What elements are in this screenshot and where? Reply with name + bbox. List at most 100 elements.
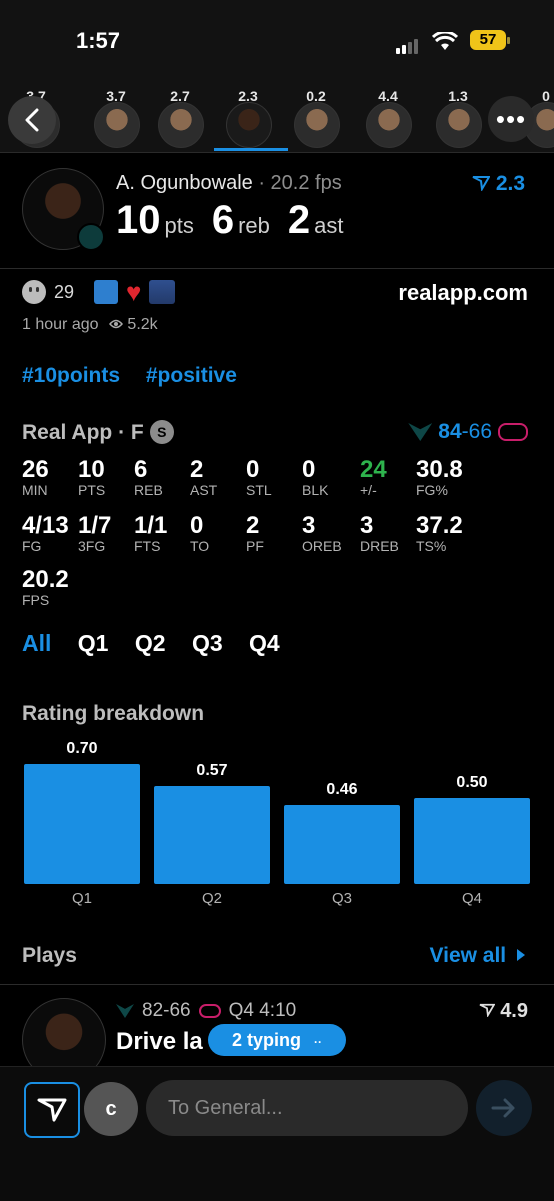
chart-bar[interactable] [24,764,140,884]
stat-label: FTS [134,538,161,554]
player-avatar[interactable] [22,168,105,251]
stat-label: OREB [302,538,342,554]
players-strip: 3.73.72.72.30.24.41.30 [0,80,554,153]
player-chip-avatar [294,102,340,148]
stat-label: STL [246,482,272,498]
stat-value: 3 [302,512,316,539]
tab-q3[interactable]: Q3 [192,630,223,656]
stat-cell: 2 PF [246,512,264,554]
stat-value: 0 [190,512,204,539]
chart-tick-label: Q3 [331,890,352,907]
player-chip-avatar [158,102,204,148]
typing-indicator[interactable]: 2 typing ·· [208,1024,346,1056]
message-input[interactable] [146,1080,468,1136]
player-name[interactable]: A. Ogunbowale [116,172,253,194]
hashtags: #10points #positive [22,364,257,388]
player-name-line: A. Ogunbowale · 20.2 fps [116,172,342,195]
stat-value: 6 [134,456,148,483]
hashtag[interactable]: #positive [146,364,237,387]
chart-data-label: 0.46 [326,781,358,798]
chart-bar[interactable] [414,798,530,884]
quarter-tabs: All Q1 Q2 Q3 Q4 [22,630,300,657]
trash-reaction-icon[interactable] [94,280,119,304]
chevron-right-icon [517,949,525,961]
s-badge: S [149,420,174,444]
home-score: 84 [438,420,462,443]
stat-label: AST [190,482,218,498]
player-chip[interactable]: 3.7 [90,88,142,148]
ast-value: 2 [287,198,311,242]
app-menu-button[interactable] [24,1082,80,1138]
stat-value: 20.2 [22,566,69,593]
divider [0,984,554,985]
chart-data-label: 0.57 [196,762,228,779]
player-rating: 2.3 [472,172,525,196]
wifi-icon [431,30,459,57]
stat-label: REB [134,482,163,498]
real-logo-icon [472,176,491,193]
tab-q2[interactable]: Q2 [135,630,166,656]
tab-q1[interactable]: Q1 [78,630,109,656]
rating-breakdown-title: Rating breakdown [22,702,205,725]
view-all-link[interactable]: View all [429,944,526,968]
score-separator: - [461,420,469,443]
reactions-row[interactable]: 29 ♥ [22,279,176,305]
stat-label: BLK [302,482,329,498]
stat-label: DREB [360,538,399,554]
stat-label: FG% [416,482,448,498]
site-link[interactable]: realapp.com [398,280,528,306]
battery-icon: 57 [470,30,506,50]
eye-icon [108,319,123,329]
hashtag[interactable]: #10points [22,364,120,387]
stat-cell: 37.2 TS% [416,512,463,554]
player-chip-avatar [366,102,412,148]
player-chip[interactable]: 4.4 [362,88,414,148]
player-chip[interactable]: 1.3 [432,88,484,148]
stat-cell: 1/7 3FG [78,512,111,554]
player-chip[interactable]: 2.7 [154,88,206,148]
more-icon: ••• [495,103,527,134]
real-logo-icon [479,1003,496,1018]
chart-bar[interactable] [154,786,270,884]
ast-label: ast [314,213,344,238]
player-chip[interactable]: 0.2 [290,88,342,148]
home-team-logo-icon [116,1004,134,1018]
stat-value: 1/1 [134,512,168,539]
more-options-button[interactable]: ••• [488,96,534,142]
stat-cell: 26 MIN [22,456,49,498]
game-score[interactable]: 84-66 [408,420,528,444]
player-fps: · 20.2 fps [258,172,342,194]
back-button[interactable] [8,96,56,144]
player-chip-avatar [94,102,140,148]
tab-all[interactable]: All [22,630,51,656]
play-rating-value: 4.9 [500,1000,528,1022]
stat-cell: 0 TO [190,512,209,554]
stat-cell: 3 DREB [360,512,399,554]
chart-tick-label: Q2 [201,890,222,907]
home-team-logo-icon [408,423,433,441]
channel-avatar-button[interactable]: c [84,1082,138,1136]
chart-tick-label: Q1 [71,890,92,907]
emoji-reaction-icon[interactable] [22,280,46,304]
battery-tip [507,37,510,44]
chart-bar[interactable] [284,805,400,884]
real-logo-icon [37,1098,67,1122]
chart-data-label: 0.50 [456,774,488,791]
heart-reaction-icon[interactable]: ♥ [126,279,141,305]
people-reaction-icon[interactable] [149,280,176,304]
tab-q4[interactable]: Q4 [249,630,280,656]
game-title: Real App · FS [22,420,174,445]
stat-cell: 3 OREB [302,512,342,554]
stat-value: 3 [360,512,374,539]
player-chip[interactable]: 2.3 [222,88,274,148]
game-title-text: Real App · F [22,421,144,444]
send-button[interactable] [476,1080,532,1136]
stat-label: FPS [22,592,50,608]
stat-label: PTS [78,482,106,498]
play-score-value: 82-66 [142,1000,191,1021]
play-description[interactable]: Drive la [116,1028,203,1056]
plays-title: Plays [22,944,77,967]
stat-label: 3FG [78,538,106,554]
play-clock: Q4 4:10 [228,1000,297,1021]
stat-cell: 2 AST [190,456,217,498]
